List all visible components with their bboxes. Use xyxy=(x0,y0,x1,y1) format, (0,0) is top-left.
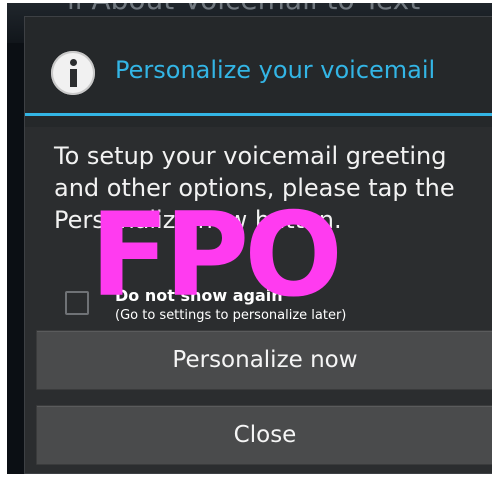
fpo-watermark: FPO xyxy=(90,188,343,323)
info-icon xyxy=(51,51,95,95)
close-button[interactable]: Close xyxy=(36,405,492,465)
dialog-header: Personalize your voicemail xyxy=(25,17,492,127)
header-divider xyxy=(25,113,492,116)
phone-screen: ll About Voicemail to Text Personalize y… xyxy=(7,3,492,474)
dialog-title: Personalize your voicemail xyxy=(115,56,436,84)
personalize-now-button[interactable]: Personalize now xyxy=(36,330,492,390)
background-title: ll About Voicemail to Text xyxy=(67,3,420,16)
do-not-show-again-checkbox[interactable] xyxy=(65,291,89,315)
